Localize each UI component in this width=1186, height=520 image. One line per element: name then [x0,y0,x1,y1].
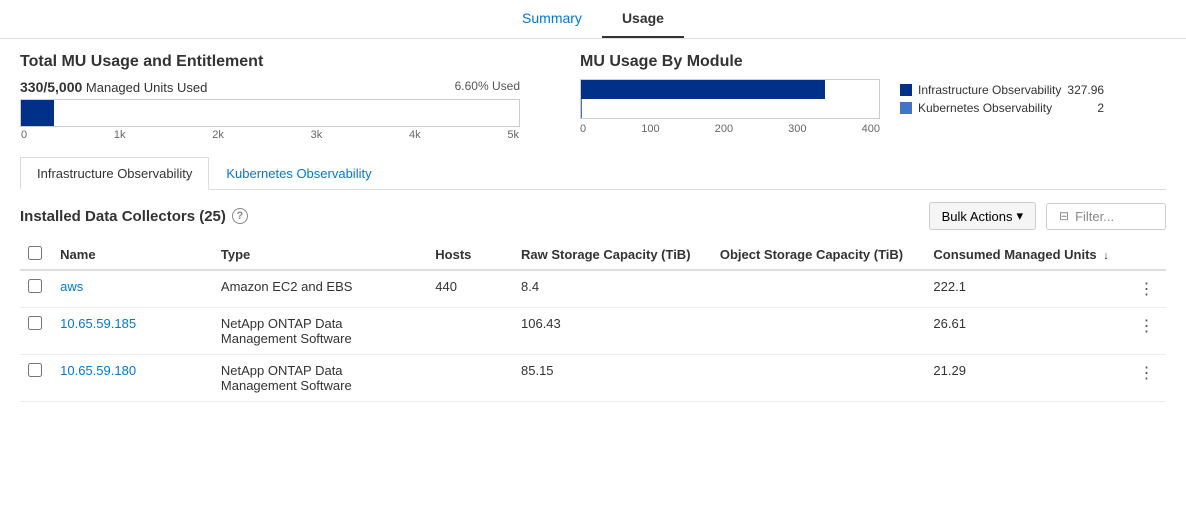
row-type: NetApp ONTAP Data Management Software [213,355,427,402]
usage-suffix: Managed Units Used [82,80,207,95]
tab-summary[interactable]: Summary [502,0,602,38]
tab-usage[interactable]: Usage [602,0,684,38]
sub-tab-k8s[interactable]: Kubernetes Observability [209,157,388,189]
mu-legend: Infrastructure Observability 327.96 Kube… [900,79,1104,135]
col-type: Type [213,240,427,270]
usage-fraction: 330/5,000 [20,79,82,95]
col-object-storage: Object Storage Capacity (TiB) [712,240,926,270]
sort-desc-icon: ↓ [1103,250,1109,262]
sub-tabs: Infrastructure Observability Kubernetes … [20,157,1166,190]
select-all-header[interactable] [20,240,52,270]
col-actions [1131,240,1166,270]
row-checkbox[interactable] [28,363,42,377]
total-mu-ticks: 0 1k 2k 3k 4k 5k [20,129,520,141]
legend-value-k8s: 2 [1097,101,1104,115]
filter-input[interactable]: ⊟ Filter... [1046,203,1166,230]
row-name[interactable]: 10.65.59.180 [52,355,213,402]
row-actions-menu[interactable]: ⋮ [1131,270,1166,308]
legend-label-infra: Infrastructure Observability [918,83,1061,97]
row-name-link[interactable]: 10.65.59.180 [60,363,136,378]
mu-bar-k8s [581,99,582,118]
mu-module-bars: 0 100 200 300 400 [580,79,880,135]
row-raw-storage: 85.15 [513,355,712,402]
row-actions-menu[interactable]: ⋮ [1131,308,1166,355]
used-pct: 6.60% Used [455,79,520,93]
table-row: 10.65.59.185 NetApp ONTAP Data Managemen… [20,308,1166,355]
row-checkbox-cell[interactable] [20,355,52,402]
bulk-actions-label: Bulk Actions [942,209,1013,224]
mu-bar-container [580,79,880,119]
data-table: Name Type Hosts Raw Storage Capacity (Ti… [20,240,1166,402]
filter-placeholder: Filter... [1075,209,1114,224]
row-hosts [427,355,513,402]
main-tabs: Summary Usage [0,0,1186,39]
row-object-storage [712,308,926,355]
select-all-checkbox[interactable] [28,246,42,260]
row-checkbox-cell[interactable] [20,308,52,355]
total-mu-chart: Total MU Usage and Entitlement 330/5,000… [20,53,520,141]
table-title-container: Installed Data Collectors (25) ? [20,208,248,225]
row-actions-menu[interactable]: ⋮ [1131,355,1166,402]
row-consumed: 21.29 [925,355,1130,402]
row-name-link[interactable]: 10.65.59.185 [60,316,136,331]
row-hosts [427,308,513,355]
row-name-link[interactable]: aws [60,279,83,294]
table-header: Installed Data Collectors (25) ? Bulk Ac… [20,202,1166,230]
row-consumed: 222.1 [925,270,1130,308]
charts-row: Total MU Usage and Entitlement 330/5,000… [20,53,1166,141]
row-name[interactable]: aws [52,270,213,308]
bulk-actions-chevron-icon: ▾ [1016,208,1023,224]
help-icon[interactable]: ? [232,208,248,224]
row-checkbox[interactable] [28,316,42,330]
filter-icon: ⊟ [1059,209,1069,223]
col-name: Name [52,240,213,270]
legend-color-k8s [900,102,912,114]
table-controls: Bulk Actions ▾ ⊟ Filter... [929,202,1166,230]
table-header-row: Name Type Hosts Raw Storage Capacity (Ti… [20,240,1166,270]
table-row: 10.65.59.180 NetApp ONTAP Data Managemen… [20,355,1166,402]
total-mu-title: Total MU Usage and Entitlement [20,53,520,71]
row-raw-storage: 8.4 [513,270,712,308]
three-dots-icon[interactable]: ⋮ [1139,318,1156,335]
legend-value-infra: 327.96 [1067,83,1104,97]
row-raw-storage: 106.43 [513,308,712,355]
row-hosts: 440 [427,270,513,308]
legend-item-infra: Infrastructure Observability 327.96 [900,83,1104,97]
row-checkbox-cell[interactable] [20,270,52,308]
sub-tab-infra[interactable]: Infrastructure Observability [20,157,209,190]
row-object-storage [712,270,926,308]
row-type: Amazon EC2 and EBS [213,270,427,308]
bulk-actions-button[interactable]: Bulk Actions ▾ [929,202,1036,230]
mu-by-module-chart: MU Usage By Module 0 100 200 300 400 [580,53,1166,141]
three-dots-icon[interactable]: ⋮ [1139,365,1156,382]
table-wrapper: Name Type Hosts Raw Storage Capacity (Ti… [20,240,1166,402]
table-row: aws Amazon EC2 and EBS 440 8.4 222.1 ⋮ [20,270,1166,308]
total-mu-bar [20,99,520,127]
row-checkbox[interactable] [28,279,42,293]
legend-item-k8s: Kubernetes Observability 2 [900,101,1104,115]
row-name[interactable]: 10.65.59.185 [52,308,213,355]
main-content: Total MU Usage and Entitlement 330/5,000… [0,39,1186,402]
row-consumed: 26.61 [925,308,1130,355]
three-dots-icon[interactable]: ⋮ [1139,281,1156,298]
total-mu-bar-fill [21,100,54,126]
mu-ticks: 0 100 200 300 400 [580,123,880,135]
usage-label: 330/5,000 Managed Units Used 6.60% Used [20,79,520,95]
col-raw-storage: Raw Storage Capacity (TiB) [513,240,712,270]
legend-color-infra [900,84,912,96]
mu-module-inner: 0 100 200 300 400 Infrastructure Observa… [580,79,1166,135]
col-hosts: Hosts [427,240,513,270]
mu-by-module-title: MU Usage By Module [580,53,1166,71]
col-consumed-label: Consumed Managed Units [933,247,1096,262]
row-object-storage [712,355,926,402]
col-consumed[interactable]: Consumed Managed Units ↓ [925,240,1130,270]
table-title: Installed Data Collectors (25) [20,208,226,225]
mu-bar-infra [581,80,825,99]
legend-label-k8s: Kubernetes Observability [918,101,1091,115]
row-type: NetApp ONTAP Data Management Software [213,308,427,355]
